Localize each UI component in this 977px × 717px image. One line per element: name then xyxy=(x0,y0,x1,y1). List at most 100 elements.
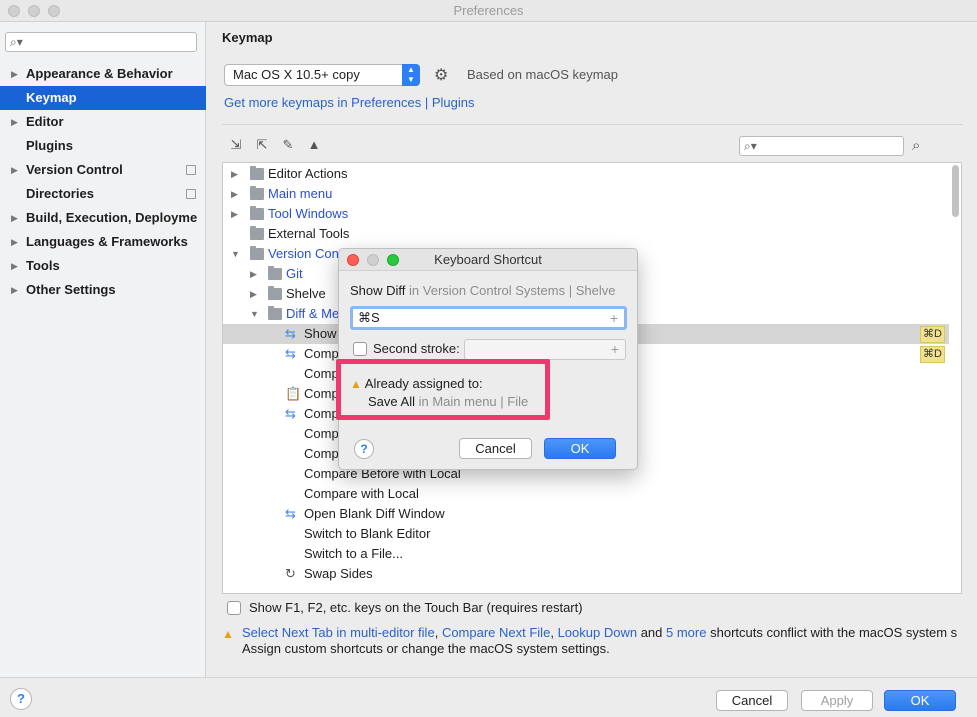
collapse-arrow-icon[interactable]: ▼ xyxy=(231,244,240,264)
tree-search-input[interactable]: ⌕▾ xyxy=(739,136,904,156)
touchbar-checkbox[interactable] xyxy=(227,600,241,615)
sidebar-item-label: Directories xyxy=(26,186,94,201)
tree-toolbar: ⇲ ⇱ ✎ ▲ xyxy=(228,137,322,153)
ok-button[interactable]: OK xyxy=(884,690,956,711)
find-by-shortcut-icon[interactable]: ⌕ xyxy=(912,137,920,154)
tree-row[interactable]: ▶ Editor Actions xyxy=(223,164,949,184)
second-stroke-option[interactable]: Second stroke: xyxy=(353,341,460,356)
collapse-arrow-icon[interactable]: ▼ xyxy=(250,304,259,324)
keymap-select[interactable]: Mac OS X 10.5+ copy ▲ ▼ xyxy=(224,64,420,86)
dialog-zoom-button[interactable] xyxy=(387,254,399,266)
expand-arrow-icon[interactable]: ▶ xyxy=(231,184,238,204)
sidebar-item-version-control[interactable]: ▶ Version Control xyxy=(0,158,206,182)
action-path: in Version Control Systems | Shelve xyxy=(409,283,616,298)
dialog-close-button[interactable] xyxy=(347,254,359,266)
expand-arrow-icon[interactable]: ▶ xyxy=(231,164,238,184)
sidebar-item-plugins[interactable]: Plugins xyxy=(0,134,206,158)
expand-arrow-icon[interactable]: ▶ xyxy=(250,264,257,284)
conflict-link-compare-next-file[interactable]: Compare Next File xyxy=(442,625,550,640)
tree-row[interactable]: Switch to Blank Editor xyxy=(223,524,949,544)
tree-row-label: Show xyxy=(304,326,337,341)
sidebar-item-editor[interactable]: ▶ Editor xyxy=(0,110,206,134)
expand-arrow-icon[interactable]: ▶ xyxy=(231,204,238,224)
sidebar-item-appearance[interactable]: ▶ Appearance & Behavior xyxy=(0,62,206,86)
apply-button[interactable]: Apply xyxy=(801,690,873,711)
tree-row[interactable]: Compare with Local xyxy=(223,484,949,504)
settings-search-input[interactable]: ⌕▾ xyxy=(5,32,197,52)
edit-pencil-icon[interactable]: ✎ xyxy=(280,137,296,153)
sidebar-item-languages[interactable]: ▶ Languages & Frameworks xyxy=(0,230,206,254)
sidebar-item-label: Tools xyxy=(26,258,60,273)
tree-row[interactable]: ▶ Main menu xyxy=(223,184,949,204)
sidebar-item-directories[interactable]: Directories xyxy=(0,182,206,206)
tree-scrollbar[interactable] xyxy=(952,165,959,217)
help-button[interactable]: ? xyxy=(10,688,32,710)
tree-row-label: Comp xyxy=(304,426,339,441)
keymap-select-value: Mac OS X 10.5+ copy xyxy=(233,67,360,82)
expand-all-icon[interactable]: ⇲ xyxy=(228,137,244,153)
sidebar-item-label: Languages & Frameworks xyxy=(26,234,188,249)
tree-row[interactable]: ⇆ Open Blank Diff Window xyxy=(223,504,949,524)
dialog-button-bar: ? Cancel Apply OK xyxy=(0,677,977,717)
folder-icon xyxy=(250,246,264,260)
sidebar-item-label: Build, Execution, Deployme xyxy=(26,210,198,225)
collapse-all-icon[interactable]: ⇱ xyxy=(254,137,270,153)
expand-arrow-icon[interactable]: ▶ xyxy=(11,230,18,254)
minimize-window-button[interactable] xyxy=(28,5,40,17)
separator: , xyxy=(550,625,554,640)
cancel-button[interactable]: Cancel xyxy=(716,690,788,711)
sidebar-item-tools[interactable]: ▶ Tools xyxy=(0,254,206,278)
gear-icon[interactable]: ⚙ xyxy=(434,65,448,85)
expand-arrow-icon[interactable]: ▶ xyxy=(11,206,18,230)
sidebar-item-label: Version Control xyxy=(26,162,123,177)
get-more-keymaps-link[interactable]: Get more keymaps in Preferences | Plugin… xyxy=(224,95,475,110)
sidebar-item-label: Plugins xyxy=(26,138,73,153)
tree-row-label: Open Blank Diff Window xyxy=(304,506,445,521)
tree-row-label: Main menu xyxy=(268,186,333,201)
tree-row[interactable]: ↻ Swap Sides xyxy=(223,564,949,584)
conflict-link-more[interactable]: 5 more xyxy=(666,625,706,640)
dialog-minimize-button[interactable] xyxy=(367,254,379,266)
tree-row-label: Comp xyxy=(304,366,339,381)
sidebar-item-keymap[interactable]: Keymap xyxy=(0,86,206,110)
sidebar-item-label: Editor xyxy=(26,114,64,129)
select-stepper-icon[interactable]: ▲ ▼ xyxy=(402,64,420,86)
tree-row[interactable]: Switch to a File... xyxy=(223,544,949,564)
expand-arrow-icon[interactable]: ▶ xyxy=(11,158,18,182)
first-stroke-input[interactable]: ⌘S + xyxy=(350,306,627,330)
add-stroke-icon[interactable]: + xyxy=(610,309,618,327)
expand-arrow-icon[interactable]: ▶ xyxy=(11,62,18,86)
conflict-link-select-next-tab[interactable]: Select Next Tab in multi-editor file xyxy=(242,625,435,640)
swap-sides-icon: ↻ xyxy=(285,566,296,581)
expand-arrow-icon[interactable]: ▶ xyxy=(11,110,18,134)
conflict-link-lookup-down[interactable]: Lookup Down xyxy=(558,625,638,640)
assigned-path: in Main menu | File xyxy=(418,394,529,409)
second-stroke-checkbox[interactable] xyxy=(353,341,367,356)
keyboard-shortcut-dialog: Keyboard Shortcut Show Diff in Version C… xyxy=(338,248,638,470)
expand-arrow-icon[interactable]: ▶ xyxy=(250,284,257,304)
tree-row-label: Switch to Blank Editor xyxy=(304,526,431,541)
add-stroke-icon[interactable]: + xyxy=(611,341,619,357)
sidebar-item-other-settings[interactable]: ▶ Other Settings xyxy=(0,278,206,302)
dialog-window-controls xyxy=(347,254,399,266)
dialog-cancel-button[interactable]: Cancel xyxy=(459,438,532,459)
tree-row-label: Version Cont xyxy=(268,246,343,261)
second-stroke-input[interactable]: + xyxy=(464,339,626,360)
diff-action-icon: ⇆ xyxy=(285,506,296,521)
touchbar-option[interactable]: Show F1, F2, etc. keys on the Touch Bar … xyxy=(227,600,583,615)
zoom-window-button[interactable] xyxy=(48,5,60,17)
sidebar-item-build[interactable]: ▶ Build, Execution, Deployme xyxy=(0,206,206,230)
expand-arrow-icon[interactable]: ▶ xyxy=(11,278,18,302)
folder-icon xyxy=(268,266,282,280)
tree-row-label: Comp xyxy=(304,346,339,361)
conflict-tail: shortcuts conflict with the macOS system… xyxy=(710,625,958,640)
expand-arrow-icon[interactable]: ▶ xyxy=(11,254,18,278)
warning-filter-icon[interactable]: ▲ xyxy=(306,137,322,153)
dialog-ok-button[interactable]: OK xyxy=(544,438,616,459)
dialog-help-button[interactable]: ? xyxy=(354,439,374,459)
tree-row[interactable]: ▶ Tool Windows xyxy=(223,204,949,224)
tree-row[interactable]: External Tools xyxy=(223,224,949,244)
tree-row-label: Comp xyxy=(304,386,339,401)
close-window-button[interactable] xyxy=(8,5,20,17)
folder-icon xyxy=(250,186,264,200)
